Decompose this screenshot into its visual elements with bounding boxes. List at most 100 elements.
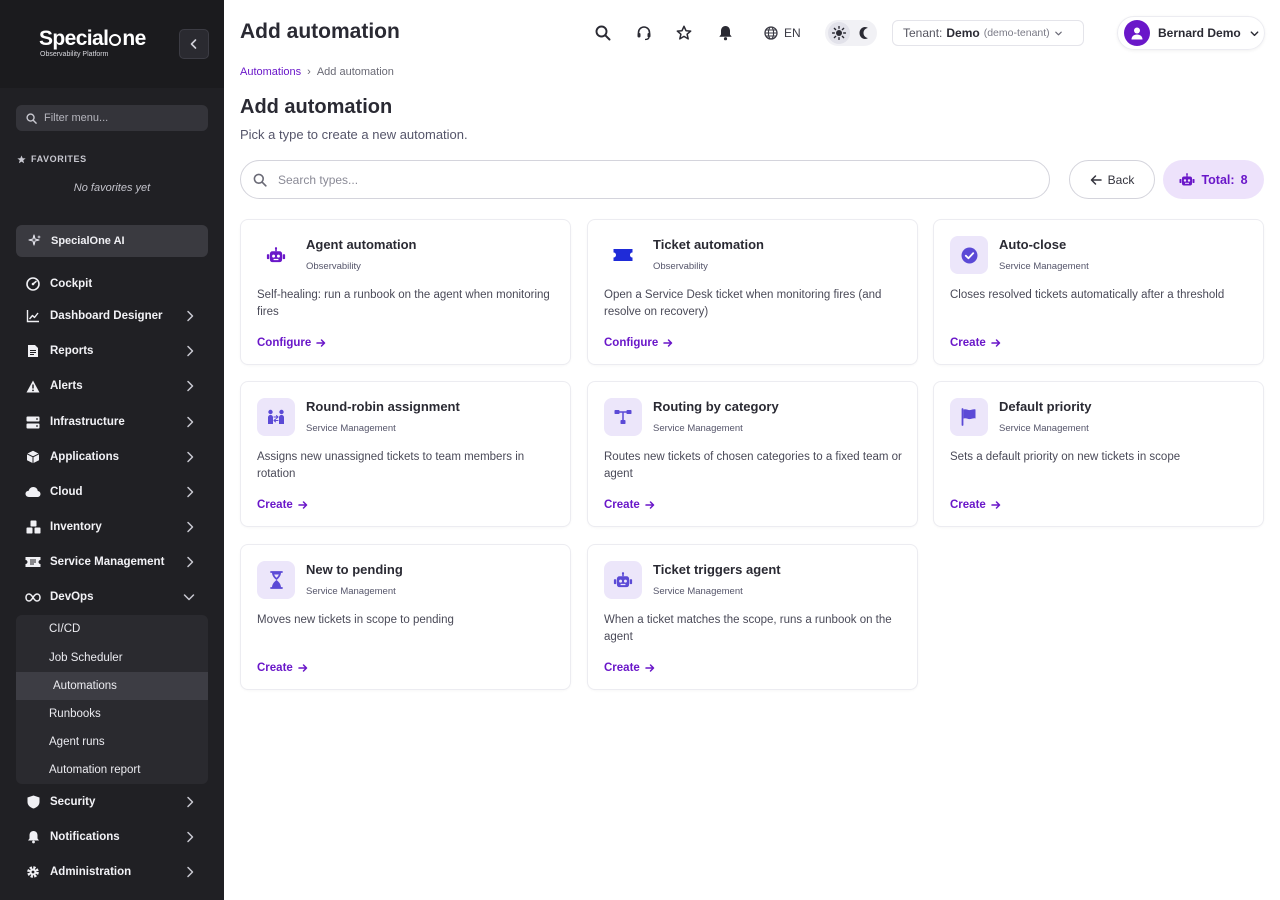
sidebar-item-security[interactable]: Security [16,787,208,817]
tenant-selector[interactable]: Tenant: Demo (demo-tenant) [892,20,1084,46]
sidebar-subitem-label: Automations [53,680,117,692]
automation-card-auto-close[interactable]: Auto-close Service Management Closes res… [933,219,1264,365]
breadcrumb: Automations › Add automation [240,66,394,78]
logo[interactable]: Special ne Observability Platform [39,28,146,59]
card-action-label: Configure [604,337,659,349]
card-category: Observability [653,261,708,272]
bell-icon [718,26,732,41]
ticket-icon [25,557,41,567]
header-support-button[interactable] [633,22,655,44]
card-icon-box [257,236,295,274]
card-action-link[interactable]: Create [604,499,655,511]
card-category: Service Management [999,261,1089,272]
sidebar-subitem-automations[interactable]: Automations [16,672,208,700]
globe-icon [764,26,778,40]
sidebar-item-infrastructure[interactable]: Infrastructure [16,407,208,437]
chevron-down-icon [1250,30,1259,36]
arrow-right-icon [663,339,673,347]
filter-menu-input[interactable] [44,112,194,124]
card-action-link[interactable]: Configure [604,337,673,349]
card-action-link[interactable]: Create [604,662,655,674]
automation-card-round-robin-assignment[interactable]: Round-robin assignment Service Managemen… [240,381,571,527]
moon-icon [859,27,868,39]
breadcrumb-current: Add automation [316,66,394,78]
dark-theme-option[interactable] [853,22,875,44]
robot-icon [266,246,286,262]
sidebar-subitem-automation-report[interactable]: Automation report [16,756,208,784]
header-favorites-button[interactable] [673,22,695,44]
sidebar-item-reports[interactable]: Reports [16,336,208,366]
sidebar-item-applications[interactable]: Applications [16,442,208,472]
sidebar-item-dashboard-designer[interactable]: Dashboard Designer [16,301,208,331]
avatar [1124,20,1150,46]
hourglass-icon [269,571,283,589]
light-theme-option[interactable] [828,22,850,44]
back-button-label: Back [1107,172,1135,187]
header-notifications-button[interactable] [714,22,736,44]
card-action-link[interactable]: Create [950,337,1001,349]
sidebar-item-label: Service Management [50,556,165,568]
sidebar-subitem-label: Automation report [49,764,141,776]
chevron-left-icon [190,39,197,49]
sidebar-item-label: Cockpit [50,278,93,290]
card-description: Moves new tickets in scope to pending [257,614,454,626]
sidebar-item-label: Inventory [50,521,102,533]
sparkle-icon [28,234,41,246]
sidebar-item-notifications[interactable]: Notifications [16,822,208,852]
card-action-link[interactable]: Create [950,499,1001,511]
automation-card-new-to-pending[interactable]: New to pending Service Management Moves … [240,544,571,690]
sidebar-item-service-management[interactable]: Service Management [16,547,208,577]
sidebar-subitem-label: CI/CD [49,623,81,635]
favorites-heading-label: FAVORITES [31,154,87,164]
chevron-down-icon [1054,31,1062,35]
header-search-button[interactable] [592,22,614,44]
boxes-icon [26,520,40,534]
sidebar-item-label: Reports [50,345,94,357]
chevron-right-icon [187,345,194,357]
star-icon [17,154,26,163]
sidebar-subitem-runbooks[interactable]: Runbooks [16,700,208,728]
sidebar-item-cockpit[interactable]: Cockpit [16,269,208,299]
card-action-label: Create [950,499,986,511]
breadcrumb-link-automations[interactable]: Automations [240,66,301,78]
automation-card-ticket-automation[interactable]: Ticket automation Observability Open a S… [587,219,918,365]
sidebar-subitem-agent-runs[interactable]: Agent runs [16,728,208,756]
sidebar-item-devops[interactable]: DevOps [16,582,208,612]
back-button[interactable]: Back [1069,160,1155,199]
arrow-right-icon [645,664,655,672]
automation-card-ticket-triggers-agent[interactable]: Ticket triggers agent Service Management… [587,544,918,690]
type-search-input[interactable] [278,172,1018,187]
card-action-link[interactable]: Create [257,499,308,511]
card-action-link[interactable]: Create [257,662,308,674]
filter-menu-field[interactable] [16,105,208,131]
sidebar-item-inventory[interactable]: Inventory [16,512,208,542]
card-action-label: Create [257,499,293,511]
type-search-field[interactable] [240,160,1050,199]
card-title: Auto-close [999,237,1067,252]
card-title: New to pending [306,562,403,577]
specialone-ai-button[interactable]: SpecialOne AI [16,225,208,257]
sidebar: Special ne Observability Platform FAVORIT… [0,0,224,900]
card-description: Closes resolved tickets automatically af… [950,289,1225,301]
sidebar-subitem-job-scheduler[interactable]: Job Scheduler [16,644,208,672]
theme-toggle[interactable] [825,20,877,46]
user-menu[interactable]: Bernard Demo [1117,16,1265,50]
ticket-icon [613,249,633,261]
card-category: Service Management [306,586,396,597]
sidebar-item-alerts[interactable]: Alerts [16,371,208,401]
language-selector[interactable]: EN [764,22,801,44]
sidebar-item-label: Security [50,796,96,808]
sidebar-subitem-cicd[interactable]: CI/CD [16,615,208,643]
card-action-label: Create [257,662,293,674]
sun-icon [832,26,846,40]
collapse-sidebar-button[interactable] [179,29,209,59]
automation-card-default-priority[interactable]: Default priority Service Management Sets… [933,381,1264,527]
sidebar-item-cloud[interactable]: Cloud [16,477,208,507]
devops-submenu: CI/CD Job Scheduler Automations Runbooks… [16,615,208,784]
card-category: Service Management [306,423,396,434]
automation-card-agent-automation[interactable]: Agent automation Observability Self-heal… [240,219,571,365]
chevron-right-icon [187,866,194,878]
sidebar-item-administration[interactable]: Administration [16,857,208,887]
automation-card-routing-by-category[interactable]: Routing by category Service Management R… [587,381,918,527]
card-action-link[interactable]: Configure [257,337,326,349]
